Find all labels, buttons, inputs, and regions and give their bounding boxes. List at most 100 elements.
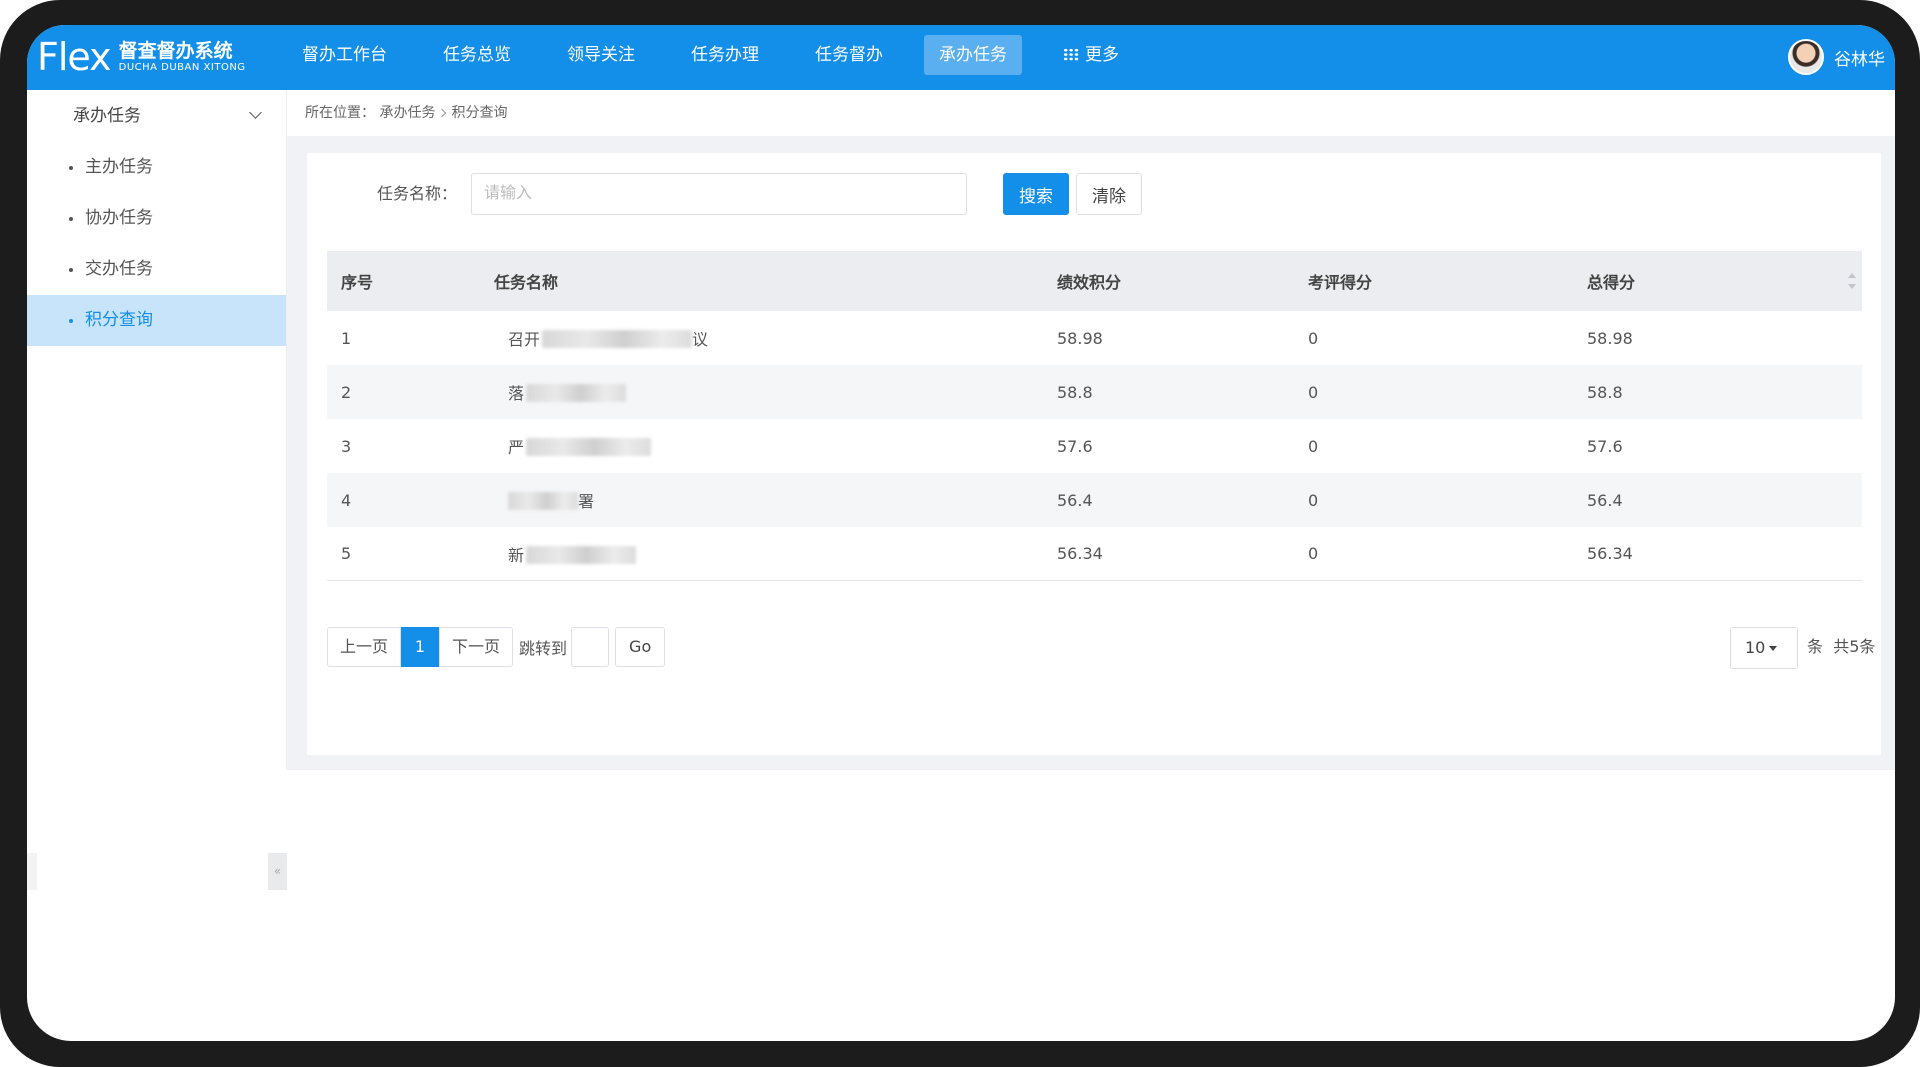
redacted-text [526, 384, 627, 402]
user-name: 谷林华 [1834, 49, 1885, 70]
cell-no: 4 [341, 490, 352, 510]
points-table: 序号 任务名称 绩效积分 考评得分 总得分 1 召开 议 58.98 0 58.9… [327, 251, 1862, 581]
device-frame: Flex 督查督办系统 DUCHA DUBAN XITONG 督办工作台 任务总… [0, 0, 1920, 1067]
cell-total-score: 56.4 [1587, 490, 1623, 510]
nav-item-leader-focus[interactable]: 领导关注 [552, 35, 650, 75]
cell-evaluation-score: 0 [1308, 490, 1319, 510]
nav-item-task-supervision[interactable]: 任务督办 [800, 35, 898, 75]
sidebar-group-label: 承办任务 [73, 106, 141, 126]
redacted-text [508, 492, 578, 510]
sidebar-group-undertaken-tasks[interactable]: 承办任务 [27, 90, 286, 142]
sidebar-collapse-button[interactable]: « [268, 853, 287, 890]
cell-task-name: 落 [494, 380, 1052, 404]
go-button[interactable]: Go [615, 627, 666, 667]
nav-item-more[interactable]: 更多 [1048, 35, 1134, 75]
nav-item-undertaken-tasks[interactable]: 承办任务 [924, 35, 1022, 75]
nav-more-label: 更多 [1085, 45, 1119, 65]
page-size-info: 条 共5条 [1807, 627, 1875, 669]
search-button[interactable]: 搜索 [1003, 173, 1069, 215]
table-row[interactable]: 5 新 56.34 0 56.34 [327, 527, 1862, 581]
caret-down-icon [1769, 646, 1778, 651]
page-size-select[interactable]: 10 [1730, 627, 1798, 669]
nav-item-workbench[interactable]: 督办工作台 [287, 35, 402, 75]
app-logo[interactable]: Flex 督查督办系统 DUCHA DUBAN XITONG [37, 33, 246, 81]
cell-total-score: 58.8 [1587, 382, 1623, 402]
clear-button[interactable]: 清除 [1076, 173, 1142, 215]
next-page-button[interactable]: 下一页 [439, 627, 514, 667]
task-name-label: 任务名称： [377, 184, 458, 203]
double-chevron-left-icon: « [273, 864, 282, 878]
logo-title-en: DUCHA DUBAN XITONG [118, 62, 246, 73]
content-panel: 任务名称： 搜索 清除 序号 任务名称 绩效积分 考评得分 总得分 1 召开 议 … [307, 153, 1881, 755]
redacted-text [526, 545, 637, 564]
column-header-task-name: 任务名称 [494, 273, 559, 292]
column-header-total-score[interactable]: 总得分 [1582, 269, 1862, 293]
logo-title-cn: 督查督办系统 [118, 40, 233, 62]
app-screen: Flex 督查督办系统 DUCHA DUBAN XITONG 督办工作台 任务总… [27, 25, 1895, 1041]
cell-performance-points: 58.98 [1057, 328, 1103, 348]
cell-total-score: 57.6 [1587, 436, 1623, 456]
user-menu[interactable]: 谷林华 [1788, 37, 1885, 77]
jump-to-label: 跳转到 [519, 639, 568, 658]
cell-performance-points: 58.8 [1057, 382, 1093, 402]
cell-performance-points: 56.34 [1057, 544, 1103, 563]
left-edge-handle [27, 853, 37, 890]
logo-mark: Flex [37, 35, 112, 79]
sidebar: 承办任务 主办任务 协办任务 交办任务 积分查询 [27, 90, 287, 770]
cell-evaluation-score: 0 [1308, 328, 1319, 348]
redacted-text [542, 330, 693, 348]
column-header-evaluation-score: 考评得分 [1308, 273, 1373, 292]
logo-text: 督查督办系统 DUCHA DUBAN XITONG [119, 40, 246, 74]
cell-no: 2 [341, 382, 352, 402]
jump-page-input[interactable] [571, 627, 610, 667]
sidebar-item-assist-tasks[interactable]: 协办任务 [27, 193, 286, 244]
table-row[interactable]: 2 落 58.8 0 58.8 [327, 365, 1862, 419]
column-header-performance-points: 绩效积分 [1057, 273, 1122, 292]
sort-icon[interactable] [1848, 273, 1856, 289]
task-name-start: 落 [508, 384, 525, 403]
cell-no: 1 [341, 328, 352, 348]
nav-item-task-handling[interactable]: 任务办理 [676, 35, 774, 75]
sidebar-item-points-query[interactable]: 积分查询 [27, 295, 286, 346]
nav-item-task-overview[interactable]: 任务总览 [428, 35, 526, 75]
page-1-button[interactable]: 1 [401, 627, 440, 667]
table-row[interactable]: 1 召开 议 58.98 0 58.98 [327, 311, 1862, 365]
breadcrumb-current: 积分查询 [451, 105, 508, 121]
cell-performance-points: 56.4 [1057, 490, 1093, 510]
cell-evaluation-score: 0 [1308, 544, 1319, 563]
column-header-no: 序号 [341, 273, 374, 292]
cell-task-name: 召开 议 [494, 326, 1052, 350]
breadcrumb: 所在位置： 承办任务 积分查询 [287, 90, 1895, 136]
cell-task-name: 严 [494, 434, 1052, 458]
avatar [1788, 39, 1824, 75]
cell-total-score: 58.98 [1587, 328, 1633, 348]
page-size-value: 10 [1745, 638, 1766, 657]
task-name-start: 新 [508, 545, 525, 565]
task-name-end: 议 [692, 330, 709, 349]
cell-total-score: 56.34 [1587, 544, 1633, 563]
breadcrumb-parent[interactable]: 承办任务 [379, 105, 435, 121]
breadcrumb-prefix: 所在位置： [305, 105, 375, 121]
cell-evaluation-score: 0 [1308, 436, 1319, 456]
chevron-right-icon [438, 108, 447, 118]
cell-task-name: 署 [494, 488, 1052, 512]
redacted-text [526, 438, 652, 456]
sidebar-item-main-tasks[interactable]: 主办任务 [27, 142, 286, 193]
task-name-end: 署 [578, 492, 595, 511]
cell-performance-points: 57.6 [1057, 436, 1093, 456]
table-row[interactable]: 3 严 57.6 0 57.6 [327, 419, 1862, 473]
sidebar-item-assigned-tasks[interactable]: 交办任务 [27, 244, 286, 295]
cell-task-name: 新 [494, 542, 1052, 566]
top-nav-bar: Flex 督查督办系统 DUCHA DUBAN XITONG 督办工作台 任务总… [27, 25, 1895, 90]
table-row[interactable]: 4 署 56.4 0 56.4 [327, 473, 1862, 527]
prev-page-button[interactable]: 上一页 [327, 627, 402, 667]
task-name-start: 召开 [508, 330, 541, 349]
task-name-input[interactable] [471, 173, 967, 215]
page-size-unit: 条 [1807, 637, 1824, 656]
table-header-row: 序号 任务名称 绩效积分 考评得分 总得分 [327, 251, 1862, 311]
main-nav: 督办工作台 任务总览 领导关注 任务办理 任务督办 承办任务 更多 [287, 35, 1160, 80]
cell-evaluation-score: 0 [1308, 382, 1319, 402]
task-name-start: 严 [508, 438, 525, 457]
pagination: 上一页 1 下一页 跳转到 Go [327, 627, 666, 667]
grid-icon [1063, 48, 1079, 61]
